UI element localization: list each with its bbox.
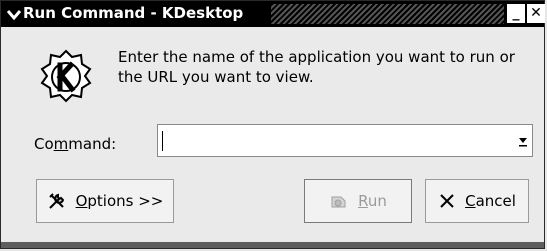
chevron-down-icon[interactable] bbox=[517, 133, 529, 149]
run-icon bbox=[331, 196, 346, 208]
tools-icon bbox=[48, 193, 64, 209]
command-label: Command: bbox=[34, 135, 116, 153]
command-label-mnemonic: m bbox=[53, 135, 69, 153]
cancel-button[interactable]: Cancel bbox=[425, 179, 529, 223]
command-combobox[interactable] bbox=[157, 124, 533, 157]
text-caret bbox=[162, 131, 163, 151]
kde-logo-icon bbox=[40, 49, 92, 103]
run-command-dialog: Run Command - KDesktop _ ✕ Enter the nam… bbox=[0, 0, 545, 249]
chevron-down-icon[interactable] bbox=[4, 4, 24, 24]
run-label: Run bbox=[358, 192, 387, 210]
window-title: Run Command - KDesktop bbox=[23, 4, 244, 22]
cancel-label: Cancel bbox=[465, 192, 516, 210]
minimize-icon: _ bbox=[512, 5, 520, 21]
close-icon: ✕ bbox=[530, 5, 542, 21]
titlebar-hatch bbox=[271, 4, 504, 24]
minimize-button[interactable]: _ bbox=[507, 4, 525, 23]
instruction-text: Enter the name of the application you wa… bbox=[118, 48, 515, 86]
window-bottom-border bbox=[1, 242, 544, 248]
command-label-post: mand: bbox=[68, 135, 117, 153]
cancel-icon bbox=[440, 194, 454, 208]
titlebar[interactable]: Run Command - KDesktop _ ✕ bbox=[1, 1, 545, 27]
close-button[interactable]: ✕ bbox=[527, 4, 545, 23]
options-button[interactable]: Options >> bbox=[36, 179, 174, 223]
run-button[interactable]: Run bbox=[304, 179, 412, 223]
command-label-pre: Co bbox=[34, 135, 54, 153]
options-label: Options >> bbox=[75, 192, 164, 210]
